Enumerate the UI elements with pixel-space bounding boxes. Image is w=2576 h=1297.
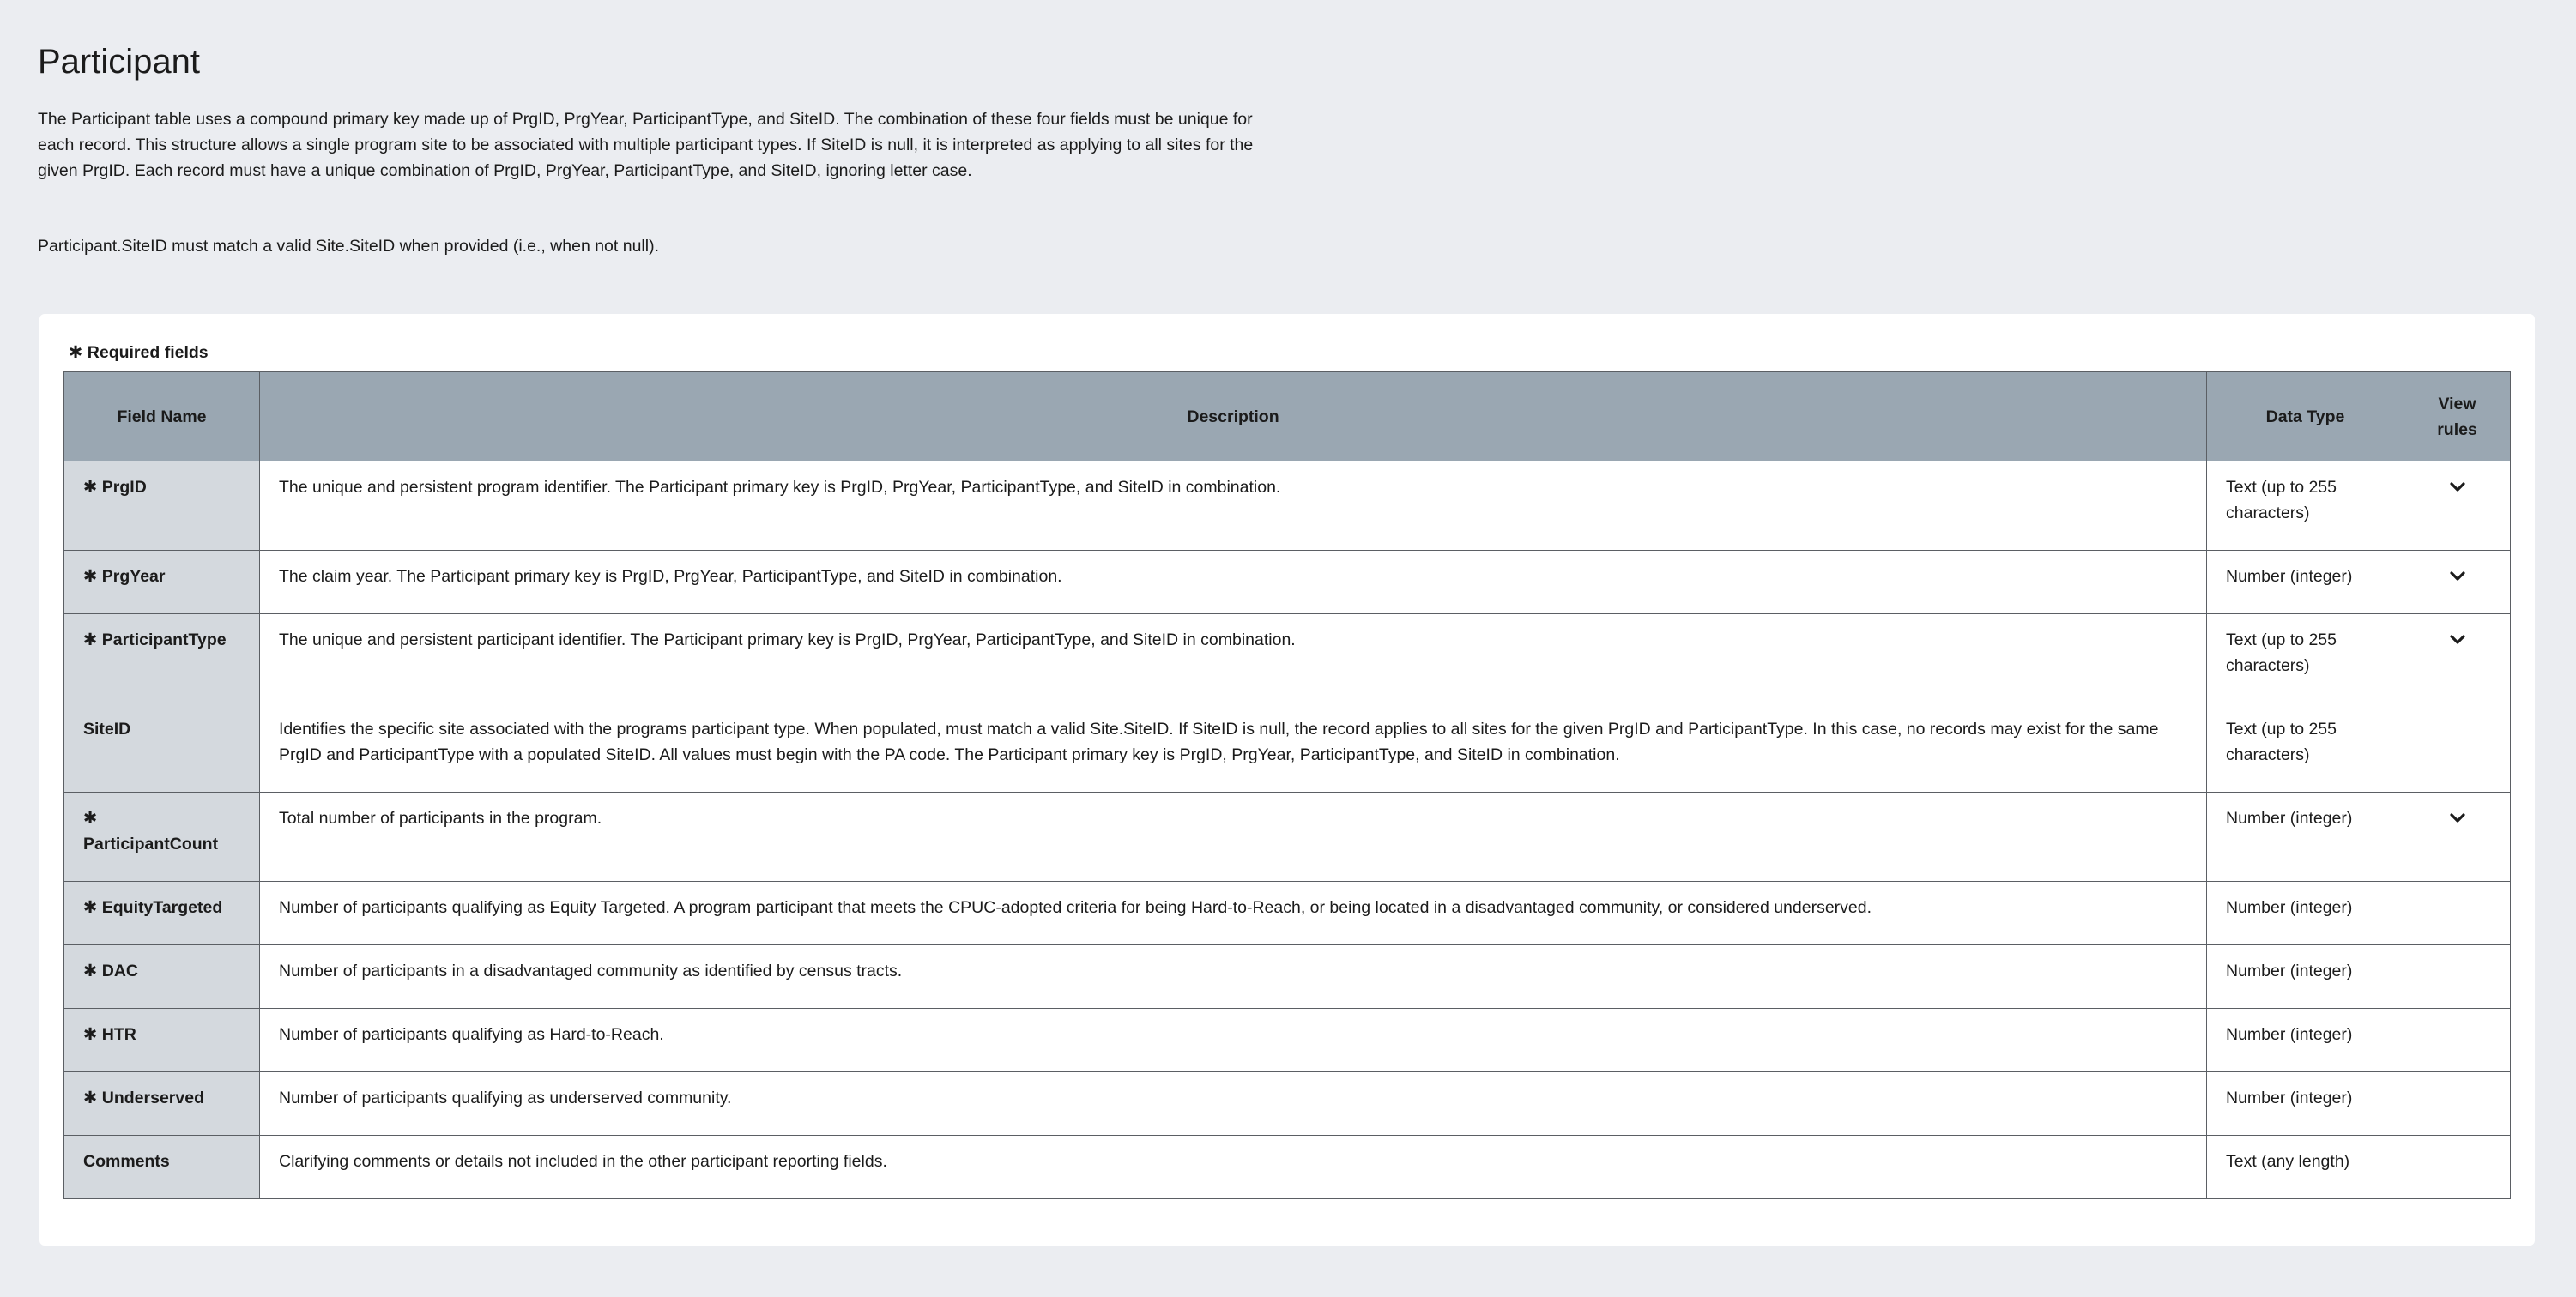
chevron-down-icon[interactable] <box>2448 809 2467 828</box>
view-rules-cell <box>2404 703 2511 793</box>
column-header-data-type: Data Type <box>2206 371 2404 461</box>
field-data-type: Text (up to 255 characters) <box>2206 461 2404 551</box>
field-name-cell: ✱ ParticipantCount <box>63 792 260 882</box>
field-name-cell: Comments <box>63 1135 260 1199</box>
view-rules-cell <box>2404 1071 2511 1136</box>
field-data-type: Number (integer) <box>2206 550 2404 614</box>
column-header-description: Description <box>259 371 2207 461</box>
field-name: Underserved <box>101 1089 204 1107</box>
field-description: Clarifying comments or details not inclu… <box>259 1135 2207 1199</box>
chevron-down-icon[interactable] <box>2448 630 2467 649</box>
field-name-cell: ✱ PrgID <box>63 461 260 551</box>
view-rules-header-line1: View <box>2438 394 2476 413</box>
field-name: Comments <box>83 1152 170 1171</box>
view-rules-cell <box>2404 944 2511 1009</box>
field-data-type: Number (integer) <box>2206 792 2404 882</box>
field-name-cell: ✱ HTR <box>63 1008 260 1072</box>
table-row: Comments Clarifying comments or details n… <box>63 1135 2511 1199</box>
view-rules-cell <box>2404 881 2511 945</box>
view-rules-cell[interactable] <box>2404 461 2511 551</box>
required-star-icon: ✱ <box>83 630 98 649</box>
field-data-type: Number (integer) <box>2206 1008 2404 1072</box>
view-rules-cell[interactable] <box>2404 613 2511 703</box>
required-star-icon: ✱ <box>83 962 98 980</box>
field-data-type: Number (integer) <box>2206 944 2404 1009</box>
table-row: ✱ EquityTargeted Number of participants q… <box>63 881 2511 945</box>
required-star-icon: ✱ <box>69 343 83 362</box>
column-header-view-rules: View rules <box>2404 371 2511 461</box>
field-description: Number of participants in a disadvantage… <box>259 944 2207 1009</box>
page-title: Participant <box>38 43 200 81</box>
field-name-cell: ✱ Underserved <box>63 1071 260 1136</box>
table-row: ✱ ParticipantCount Total number of partici… <box>63 792 2511 882</box>
field-description: Identifies the specific site associated … <box>259 703 2207 793</box>
required-star-icon: ✱ <box>83 478 98 497</box>
view-rules-cell[interactable] <box>2404 550 2511 614</box>
field-name: SiteID <box>83 720 131 739</box>
table-row: ✱ Underserved Number of participants qual… <box>63 1071 2511 1136</box>
field-data-type: Number (integer) <box>2206 1071 2404 1136</box>
field-data-type: Text (any length) <box>2206 1135 2404 1199</box>
field-description: Total number of participants in the prog… <box>259 792 2207 882</box>
field-description: The unique and persistent program identi… <box>259 461 2207 551</box>
field-name-cell: ✱ EquityTargeted <box>63 881 260 945</box>
field-name-cell: SiteID <box>63 703 260 793</box>
table-row: SiteID Identifies the specific site assoc… <box>63 703 2511 793</box>
field-name-cell: ✱ PrgYear <box>63 550 260 614</box>
chevron-down-icon[interactable] <box>2448 567 2467 586</box>
field-name: DAC <box>101 962 139 980</box>
field-description: Number of participants qualifying as Har… <box>259 1008 2207 1072</box>
required-fields-legend: ✱ Required fields <box>69 340 209 365</box>
field-description: Number of participants qualifying as und… <box>259 1071 2207 1136</box>
required-star-icon: ✱ <box>83 567 98 586</box>
required-star-icon: ✱ <box>83 898 98 917</box>
table-row: ✱ PrgID The unique and persistent program… <box>63 461 2511 551</box>
required-star-icon: ✱ <box>83 809 98 828</box>
view-rules-cell <box>2404 1008 2511 1072</box>
required-fields-label: Required fields <box>87 343 209 362</box>
field-data-type: Number (integer) <box>2206 881 2404 945</box>
view-rules-header-line2: rules <box>2437 419 2477 439</box>
chevron-down-icon[interactable] <box>2448 478 2467 497</box>
field-data-type: Text (up to 255 characters) <box>2206 703 2404 793</box>
table-row: ✱ ParticipantType The unique and persiste… <box>63 613 2511 703</box>
foreign-key-note: Participant.SiteID must match a valid Si… <box>38 237 660 256</box>
field-name-cell: ✱ DAC <box>63 944 260 1009</box>
view-rules-cell <box>2404 1135 2511 1199</box>
table-row: ✱ HTR Number of participants qualifying a… <box>63 1008 2511 1072</box>
field-name: EquityTargeted <box>101 898 223 917</box>
table-header-row: Field Name Description Data Type View ru… <box>63 371 2511 461</box>
field-name-cell: ✱ ParticipantType <box>63 613 260 703</box>
field-name: PrgID <box>101 478 147 497</box>
field-name: PrgYear <box>101 567 166 586</box>
field-description: The unique and persistent participant id… <box>259 613 2207 703</box>
field-description: The claim year. The Participant primary … <box>259 550 2207 614</box>
table-row: ✱ DAC Number of participants in a disadva… <box>63 944 2511 1009</box>
view-rules-cell[interactable] <box>2404 792 2511 882</box>
table-description: The Participant table uses a compound pr… <box>38 110 1254 180</box>
column-header-field-name: Field Name <box>63 371 260 461</box>
field-name: HTR <box>101 1025 136 1044</box>
field-data-type: Text (up to 255 characters) <box>2206 613 2404 703</box>
fields-table: Field Name Description Data Type View ru… <box>63 371 2511 1199</box>
field-description: Number of participants qualifying as Equ… <box>259 881 2207 945</box>
field-name: ParticipantType <box>101 630 227 649</box>
required-star-icon: ✱ <box>83 1089 98 1107</box>
table-row: ✱ PrgYear The claim year. The Participant… <box>63 550 2511 614</box>
required-star-icon: ✱ <box>83 1025 98 1044</box>
field-name: ParticipantCount <box>83 835 219 854</box>
